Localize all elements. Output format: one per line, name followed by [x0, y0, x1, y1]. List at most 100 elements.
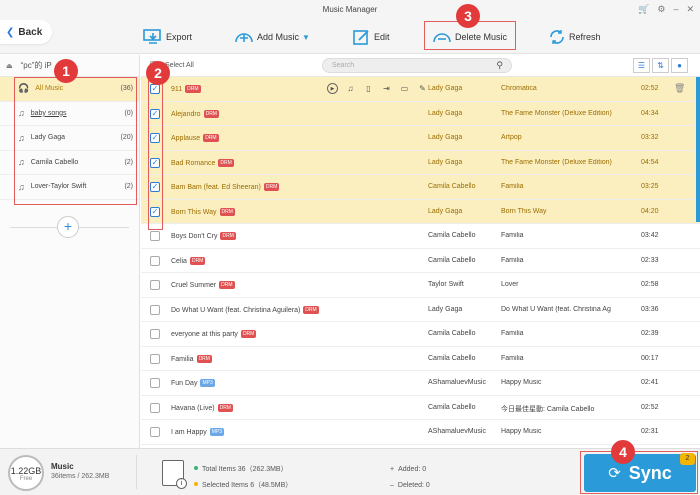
track-album: Lover: [501, 281, 519, 288]
track-checkbox[interactable]: [150, 231, 160, 241]
track-title-text: Cruel Summer: [171, 282, 217, 289]
track-title-text: Celia: [171, 257, 187, 265]
back-button[interactable]: ❮ Back: [0, 20, 52, 44]
format-badge: DRM: [303, 305, 319, 314]
track-checkbox[interactable]: [150, 304, 160, 315]
track-row[interactable]: Familia DRM Camila Cabello Familia 00:17: [141, 347, 700, 371]
export-button[interactable]: Export: [143, 20, 192, 54]
track-artist: Lady Gaga: [428, 85, 463, 92]
track-row[interactable]: Cruel Summer DRM Taylor Swift Lover 02:58: [141, 273, 700, 298]
track-row[interactable]: Boys Don't Cry DRM Camila Cabello Familia 03…: [141, 224, 700, 249]
track-album: Familia: [501, 354, 524, 362]
track-checkbox[interactable]: [150, 329, 160, 339]
format-badge: DRM: [203, 109, 219, 118]
file-info-icon: i: [162, 460, 187, 489]
track-duration: 02:41: [641, 379, 659, 386]
track-artist: Camila Cabello: [428, 256, 476, 264]
track-album: Born This Way: [501, 207, 547, 215]
storage-free-label: Free: [19, 476, 33, 482]
edit-icon: [353, 30, 369, 45]
format-badge: DRM: [189, 256, 206, 265]
track-artist: Camila Cabello: [428, 403, 476, 411]
track-artist: AShamaluevMusic: [428, 379, 486, 386]
edit-button[interactable]: Edit: [353, 20, 390, 54]
format-badge: MP3: [200, 379, 215, 387]
minimize-icon[interactable]: –: [673, 4, 678, 14]
track-row[interactable]: Do What U Want (feat. Christina Aguilera…: [141, 298, 700, 322]
track-artist: Lady Gaga: [428, 207, 463, 215]
track-duration: 02:33: [641, 256, 659, 264]
format-badge: DRM: [185, 85, 201, 93]
format-badge: MP3: [209, 428, 225, 436]
track-duration: 02:52: [641, 403, 659, 411]
track-row[interactable]: Havana (Live) DRM Camila Cabello 今日最佳星動: Ca…: [141, 396, 700, 420]
track-title: Bad Romance DRM: [171, 158, 234, 167]
divider: [136, 455, 137, 489]
toolbar: ❮ Back Export Add Music ▼ Edit Delete Mu…: [0, 20, 700, 54]
add-music-button[interactable]: Add Music ▼: [234, 20, 310, 54]
phone-icon[interactable]: ▯: [363, 83, 374, 94]
track-checkbox[interactable]: [150, 353, 160, 364]
track-checkbox[interactable]: [150, 378, 160, 388]
track-row[interactable]: Fun Day MP3 AShamaluevMusic Happy Music 02:4…: [141, 371, 700, 396]
track-row[interactable]: ✓ Bam Bam (feat. Ed Sheeran) DRM Camila Cab…: [141, 175, 700, 200]
play-icon[interactable]: ▶: [327, 83, 338, 94]
track-title: Do What U Want (feat. Christina Aguilera…: [171, 305, 319, 314]
track-title: Familia DRM: [171, 354, 212, 363]
track-title-text: Bad Romance: [171, 159, 216, 167]
refresh-icon: [550, 30, 564, 44]
track-row[interactable]: ✓ 911 DRM ▶ ♫ ▯ ⇥ ▭ ✎ 🗑 Lady Gaga Chromatica 02:52: [141, 77, 700, 102]
track-duration: 03:36: [641, 305, 659, 313]
format-badge: DRM: [218, 158, 234, 167]
track-checkbox[interactable]: [150, 427, 160, 437]
track-row[interactable]: ✓ Born This Way DRM Lady Gaga Born This Way 0…: [141, 199, 700, 224]
annotation-marker-1: 1: [54, 59, 78, 83]
close-icon[interactable]: ✕: [686, 4, 694, 14]
track-album: Familia: [501, 256, 524, 264]
storage-detail: 36items / 262.3MB: [51, 473, 110, 480]
track-artist: Camila Cabello: [428, 330, 476, 337]
track-title: Bam Bam (feat. Ed Sheeran) DRM: [171, 183, 280, 191]
de-duplicate-icon[interactable]: ●: [671, 58, 688, 73]
list-view-icon[interactable]: ☰: [633, 58, 650, 73]
track-title: Applause DRM: [171, 134, 219, 142]
edit-icon[interactable]: ✎: [417, 83, 428, 94]
track-row[interactable]: everyone at this party DRM Camila Cabello F…: [141, 322, 700, 347]
annotation-box-2: [148, 78, 163, 230]
add-playlist-button[interactable]: +: [57, 216, 79, 238]
track-album: Familia: [501, 183, 524, 190]
format-badge: DRM: [220, 232, 236, 240]
export-icon[interactable]: ⇥: [381, 83, 392, 94]
sort-icon[interactable]: ⇅: [652, 58, 669, 73]
track-checkbox[interactable]: [150, 280, 160, 290]
eject-icon: ⏏: [6, 62, 13, 70]
track-album: Familia: [501, 330, 524, 337]
refresh-button[interactable]: Refresh: [548, 20, 601, 54]
track-title: Cruel Summer DRM: [171, 281, 235, 289]
screen-icon[interactable]: ▭: [399, 83, 410, 94]
track-checkbox[interactable]: [150, 255, 160, 266]
format-badge: DRM: [240, 330, 257, 338]
selected-items: Selected Items 6（48.5MB）: [202, 482, 293, 489]
track-checkbox[interactable]: [150, 402, 160, 413]
track-row[interactable]: ✓ Applause DRM Lady Gaga Artpop 03:32: [141, 126, 700, 151]
annotation-marker-2: 2: [146, 61, 170, 85]
track-title-text: Alejandro: [171, 110, 201, 118]
trash-icon[interactable]: 🗑: [674, 83, 685, 94]
track-row[interactable]: Celia DRM Camila Cabello Familia 02:33: [141, 249, 700, 273]
track-artist: Lady Gaga: [428, 158, 463, 166]
track-duration: 04:34: [641, 109, 659, 117]
cart-icon[interactable]: 🛒: [638, 4, 649, 14]
add-to-playlist-icon[interactable]: ♫: [345, 83, 356, 94]
export-label: Export: [166, 32, 193, 42]
search-placeholder: Search: [332, 62, 355, 69]
title-bar: Music Manager 🛒 ⚙ – ✕: [0, 0, 700, 20]
scrollbar[interactable]: [696, 77, 700, 222]
storage-gauge: 1.22GB Free: [8, 455, 44, 491]
track-row[interactable]: ✓ Alejandro DRM Lady Gaga The Fame Monster (…: [141, 101, 700, 126]
gear-icon[interactable]: ⚙: [657, 4, 665, 14]
track-artist: AShamaluevMusic: [428, 428, 486, 435]
search-input[interactable]: Search ⚲: [322, 58, 512, 73]
format-badge: DRM: [203, 134, 219, 142]
track-row[interactable]: ✓ Bad Romance DRM Lady Gaga The Fame Monster…: [141, 150, 700, 175]
